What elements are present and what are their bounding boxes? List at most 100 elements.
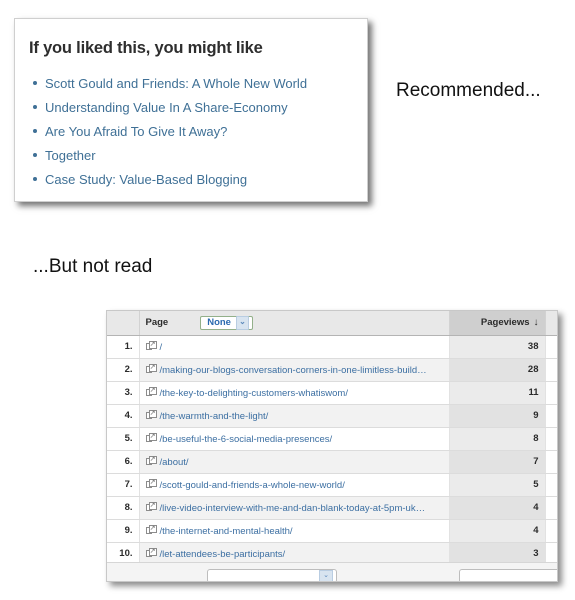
- related-posts-list: Scott Gould and Friends: A Whole New Wor…: [15, 76, 367, 187]
- row-pageviews: 4: [449, 496, 546, 520]
- open-in-new-window-icon[interactable]: ↗: [145, 501, 157, 512]
- related-link[interactable]: Scott Gould and Friends: A Whole New Wor…: [45, 76, 307, 91]
- open-in-new-window-icon[interactable]: ↗: [145, 363, 157, 374]
- table-row[interactable]: 8. ↗/live-video-interview-with-me-and-da…: [107, 496, 557, 520]
- row-page-link[interactable]: /about/: [160, 457, 189, 468]
- column-header-page[interactable]: Page None ⌄: [139, 311, 450, 336]
- row-page-link[interactable]: /the-key-to-delighting-customers-whatisw…: [160, 388, 348, 399]
- row-pageviews: 9: [449, 404, 546, 428]
- list-item[interactable]: Understanding Value In A Share-Economy: [33, 100, 367, 115]
- row-page-link[interactable]: /live-video-interview-with-me-and-dan-bl…: [160, 503, 426, 514]
- table-row[interactable]: 2. ↗/making-our-blogs-conversation-corne…: [107, 358, 557, 382]
- row-page-link[interactable]: /let-attendees-be-participants/: [160, 549, 286, 560]
- table-row[interactable]: 5. ↗/be-useful-the-6-social-media-presen…: [107, 427, 557, 451]
- sort-descending-icon[interactable]: ↓: [534, 317, 539, 328]
- analytics-pages-panel: Page None ⌄ Pageviews ↓ 1. ↗/ 38 2. ↗ /m…: [106, 310, 558, 582]
- row-spacer: [545, 358, 557, 382]
- list-item[interactable]: Scott Gould and Friends: A Whole New Wor…: [33, 76, 367, 91]
- table-header-row: Page None ⌄ Pageviews ↓: [107, 311, 557, 336]
- row-page-link[interactable]: /be-useful-the-6-social-media-presences/: [160, 434, 333, 445]
- related-link[interactable]: Case Study: Value-Based Blogging: [45, 172, 247, 187]
- row-page[interactable]: ↗/the-internet-and-mental-health/: [139, 519, 450, 543]
- row-spacer: [545, 450, 557, 474]
- row-page-link[interactable]: /the-warmth-and-the-light/: [160, 411, 269, 422]
- related-posts-title: If you liked this, you might like: [29, 39, 263, 57]
- open-in-new-window-icon[interactable]: ↗: [145, 547, 157, 558]
- list-item[interactable]: Together: [33, 148, 367, 163]
- row-page[interactable]: ↗ /: [139, 335, 450, 359]
- table-row[interactable]: 3. ↗/the-key-to-delighting-customers-wha…: [107, 381, 557, 405]
- related-link[interactable]: Together: [45, 148, 96, 163]
- pages-table: Page None ⌄ Pageviews ↓ 1. ↗/ 38 2. ↗ /m…: [107, 311, 557, 566]
- row-rank: 8.: [107, 496, 140, 520]
- row-spacer: [545, 427, 557, 451]
- column-header-pageviews[interactable]: Pageviews ↓: [449, 311, 546, 336]
- row-page[interactable]: ↗/about/: [139, 450, 450, 474]
- row-spacer: [545, 335, 557, 359]
- row-rank: 9.: [107, 519, 140, 543]
- open-in-new-window-icon[interactable]: ↗: [145, 478, 157, 489]
- column-header-pageviews-label: Pageviews: [480, 317, 530, 329]
- row-pageviews: 11: [449, 381, 546, 405]
- open-in-new-window-icon[interactable]: ↗: [145, 455, 157, 466]
- row-pageviews: 4: [449, 519, 546, 543]
- row-rank: 3.: [107, 381, 140, 405]
- table-row[interactable]: 6. ↗/about/ 7: [107, 450, 557, 474]
- related-link[interactable]: Understanding Value In A Share-Economy: [45, 100, 288, 115]
- open-in-new-window-icon[interactable]: ↗: [145, 524, 157, 535]
- row-page[interactable]: ↗/live-video-interview-with-me-and-dan-b…: [139, 496, 450, 520]
- row-pageviews: 5: [449, 473, 546, 497]
- open-in-new-window-icon[interactable]: ↗: [145, 409, 157, 420]
- open-in-new-window-icon[interactable]: ↗: [145, 432, 157, 443]
- row-page[interactable]: ↗/scott-gould-and-friends-a-whole-new-wo…: [139, 473, 450, 497]
- row-page[interactable]: ↗/making-our-blogs-conversation-corners-…: [139, 358, 450, 382]
- footer-dropdown[interactable]: ⌄: [207, 569, 337, 581]
- chevron-down-icon[interactable]: ⌄: [319, 570, 333, 581]
- related-link[interactable]: Are You Afraid To Give It Away?: [45, 124, 227, 139]
- list-item[interactable]: Are You Afraid To Give It Away?: [33, 124, 367, 139]
- pages-table-body: 1. ↗/ 38 2. ↗/making-our-blogs-conversat…: [107, 335, 557, 566]
- table-footer-controls: ⌄: [107, 562, 557, 581]
- row-page-link[interactable]: /the-internet-and-mental-health/: [160, 526, 293, 537]
- row-rank: 6.: [107, 450, 140, 474]
- row-pageviews: 28: [449, 358, 546, 382]
- row-page[interactable]: ↗/be-useful-the-6-social-media-presences…: [139, 427, 450, 451]
- annotation-recommended: Recommended...: [396, 80, 541, 101]
- row-rank: 4.: [107, 404, 140, 428]
- annotation-not-read: ...But not read: [33, 256, 153, 277]
- open-in-new-window-icon[interactable]: ↗: [145, 340, 157, 351]
- open-in-new-window-icon[interactable]: ↗: [145, 386, 157, 397]
- row-spacer: [545, 381, 557, 405]
- row-rank: 7.: [107, 473, 140, 497]
- related-posts-panel: If you liked this, you might like Scott …: [14, 18, 368, 202]
- column-header-rank: [107, 311, 140, 336]
- list-item[interactable]: Case Study: Value-Based Blogging: [33, 172, 367, 187]
- segment-select-value: None: [207, 317, 231, 329]
- row-page[interactable]: ↗/the-key-to-delighting-customers-whatis…: [139, 381, 450, 405]
- row-page-link[interactable]: /making-our-blogs-conversation-corners-i…: [160, 365, 427, 376]
- row-rank: 5.: [107, 427, 140, 451]
- row-spacer: [545, 404, 557, 428]
- row-page[interactable]: ↗/the-warmth-and-the-light/: [139, 404, 450, 428]
- bullet-icon: [33, 153, 37, 157]
- table-row[interactable]: 7. ↗/scott-gould-and-friends-a-whole-new…: [107, 473, 557, 497]
- row-rank: 2.: [107, 358, 140, 382]
- segment-select[interactable]: None ⌄: [200, 315, 253, 330]
- row-pageviews: 8: [449, 427, 546, 451]
- table-row[interactable]: 4. ↗/the-warmth-and-the-light/ 9: [107, 404, 557, 428]
- row-pageviews: 38: [449, 335, 546, 359]
- column-header-spacer: [545, 311, 557, 336]
- bullet-icon: [33, 105, 37, 109]
- row-spacer: [545, 496, 557, 520]
- row-rank: 1.: [107, 335, 140, 359]
- chevron-down-icon[interactable]: ⌄: [235, 315, 249, 330]
- row-spacer: [545, 519, 557, 543]
- table-row[interactable]: 9. ↗/the-internet-and-mental-health/ 4: [107, 519, 557, 543]
- footer-input[interactable]: [459, 569, 557, 581]
- row-page-link[interactable]: /scott-gould-and-friends-a-whole-new-wor…: [160, 480, 345, 491]
- row-page-link[interactable]: /: [160, 342, 163, 353]
- row-pageviews: 7: [449, 450, 546, 474]
- column-header-page-label: Page: [145, 317, 169, 329]
- table-row[interactable]: 1. ↗/ 38: [107, 335, 557, 359]
- bullet-icon: [33, 177, 37, 181]
